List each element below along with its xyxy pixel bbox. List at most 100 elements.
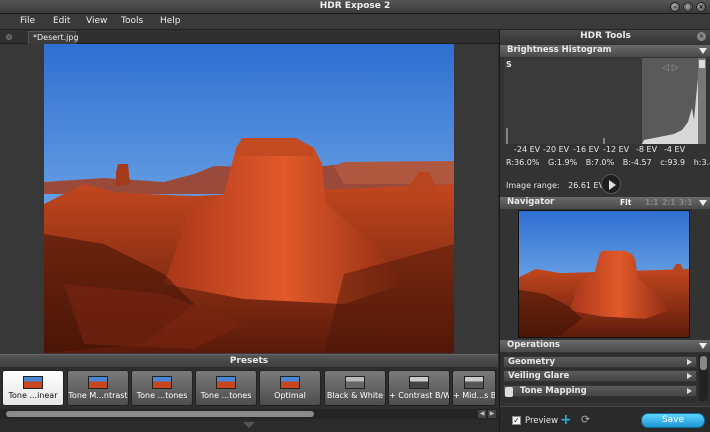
scrollbar-thumb[interactable]	[6, 411, 314, 417]
stat-h: h:3.4	[693, 158, 710, 167]
save-button[interactable]: Save	[641, 413, 705, 428]
preset-label: + Mid...s B/W	[453, 391, 495, 400]
refresh-icon[interactable]: ⟳	[581, 413, 590, 426]
preset-thumbnail	[464, 376, 484, 389]
preset-thumbnail	[280, 376, 300, 389]
close-button[interactable]: ×	[696, 2, 706, 12]
menu-help[interactable]: Help	[160, 16, 181, 26]
expand-arrow-icon	[687, 373, 692, 379]
ev-label: -4 EV	[664, 145, 686, 154]
image-canvas[interactable]	[0, 44, 498, 354]
stat-r: R:36.0%	[506, 158, 540, 167]
tab-desert-jpg[interactable]: *Desert.jpg	[28, 31, 79, 44]
preset-thumbnail	[345, 376, 365, 389]
bottom-strip	[0, 419, 498, 432]
presets-scrollbar[interactable]: ◀ ▶	[0, 409, 498, 419]
preset-label: + Contrast B/W	[389, 391, 449, 400]
desert-photo	[44, 44, 454, 353]
zoom-2-1[interactable]: 2:1	[662, 197, 675, 208]
pixel-stats: R:36.0% G:1.9% B:7.0% B:-4.57 c:93.9 h:3…	[506, 158, 710, 167]
zoom-1-1[interactable]: 1:1	[645, 197, 658, 208]
expand-arrow-icon	[687, 359, 692, 365]
menu-file[interactable]: File	[20, 16, 35, 26]
preset-label: Tone ...tones	[136, 391, 188, 400]
operation-label: Geometry	[508, 357, 555, 367]
preset-midtones-bw[interactable]: + Mid...s B/W	[452, 370, 496, 406]
brightness-histogram[interactable]: ◁ ▷ S	[504, 58, 706, 144]
preset-contrast-bw[interactable]: + Contrast B/W	[388, 370, 450, 406]
image-range-label: Image range:	[506, 181, 560, 190]
preset-optimal[interactable]: Optimal	[259, 370, 321, 406]
scroll-right-icon[interactable]: ▶	[488, 410, 496, 418]
ev-label: -24 EV	[514, 145, 541, 154]
histogram-title: Brightness Histogram	[507, 45, 612, 55]
preset-tone-linear[interactable]: Tone ...inear	[2, 370, 64, 406]
ev-label: -12 EV	[603, 145, 630, 154]
zoom-3-1[interactable]: 3:1	[679, 197, 692, 208]
add-icon[interactable]: +	[560, 412, 572, 428]
operation-label: Tone Mapping	[520, 386, 587, 396]
presets-header: Presets	[0, 354, 498, 367]
collapse-arrow-icon[interactable]	[699, 343, 707, 349]
preset-thumbnail	[23, 376, 43, 389]
collapse-arrow-icon[interactable]	[699, 200, 707, 206]
histogram-header[interactable]: Brightness Histogram	[500, 45, 710, 57]
histogram-s-label: S	[506, 60, 512, 69]
ev-scale: -24 EV -20 EV -16 EV -12 EV -8 EV -4 EV	[500, 145, 710, 156]
image-range-value: 26.61 EV	[568, 181, 605, 190]
hdr-tools-title: HDR Tools	[500, 30, 710, 44]
menu-tools[interactable]: Tools	[121, 16, 143, 26]
panel-close-icon[interactable]: ✕	[697, 32, 706, 41]
scroll-left-icon[interactable]: ◀	[478, 410, 486, 418]
preset-thumbnail	[216, 376, 236, 389]
preview-label: Preview	[525, 416, 559, 426]
preset-black-white[interactable]: Black & White	[324, 370, 386, 406]
collapse-down-icon[interactable]	[243, 422, 255, 428]
menu-view[interactable]: View	[86, 16, 107, 26]
play-icon[interactable]	[601, 174, 621, 194]
scrollbar-thumb[interactable]	[700, 356, 707, 370]
operation-tone-mapping[interactable]: Tone Mapping	[503, 385, 697, 397]
preview-checkbox[interactable]: ✓	[512, 416, 521, 425]
navigator-thumbnail[interactable]	[518, 210, 690, 338]
expand-arrow-icon	[687, 388, 692, 394]
menu-bar: File Edit View Tools Help	[0, 14, 710, 30]
preset-label: Tone M...ntrast	[68, 391, 128, 400]
tone-mapping-toggle[interactable]	[505, 387, 513, 397]
ev-label: -8 EV	[636, 145, 658, 154]
preset-tone-contrast[interactable]: Tone M...ntrast	[67, 370, 129, 406]
preset-tone-tones-2[interactable]: Tone ...tones	[195, 370, 257, 406]
operation-label: Veiling Glare	[508, 371, 570, 381]
maximize-button[interactable]: □	[683, 2, 693, 12]
minimize-button[interactable]: –	[670, 2, 680, 12]
stat-g: G:1.9%	[547, 158, 578, 167]
ev-label: -20 EV	[543, 145, 570, 154]
panel-footer: ✓ Preview + ⟳ Save	[500, 406, 710, 432]
navigator-header[interactable]: Navigator Fit 1:1 2:1 3:1	[500, 197, 710, 209]
preset-label: Optimal	[274, 391, 306, 400]
preset-thumbnail	[409, 376, 429, 389]
operations-header[interactable]: Operations	[500, 340, 710, 352]
operations-scrollbar[interactable]	[699, 355, 708, 401]
operation-geometry[interactable]: Geometry	[503, 356, 697, 368]
collapse-arrow-icon[interactable]	[699, 48, 707, 54]
preset-tone-tones-1[interactable]: Tone ...tones	[131, 370, 193, 406]
operation-veiling-glare[interactable]: Veiling Glare	[503, 370, 697, 382]
svg-text:◁ ▷: ◁ ▷	[662, 63, 679, 73]
preset-label: Black & White	[326, 391, 384, 400]
window-title: HDR Expose 2	[319, 1, 391, 11]
stat-b-ev: B:-4.57	[622, 158, 652, 167]
tab-menu-icon[interactable]	[6, 34, 12, 40]
image-range: Image range: 26.61 EV	[506, 181, 604, 190]
title-bar: HDR Expose 2 – □ ×	[0, 0, 710, 14]
menu-edit[interactable]: Edit	[53, 16, 70, 26]
zoom-fit[interactable]: Fit	[620, 197, 631, 208]
hdr-tools-panel: HDR Tools ✕ Brightness Histogram ◁ ▷ S -…	[499, 30, 710, 432]
document-tab-bar: *Desert.jpg	[0, 30, 500, 44]
preset-thumbnail	[88, 376, 108, 389]
preset-label: Tone ...inear	[8, 391, 58, 400]
preset-label: Tone ...tones	[200, 391, 252, 400]
stat-c: c:93.9	[660, 158, 686, 167]
operations-title: Operations	[507, 340, 560, 350]
presets-strip: Tone ...inear Tone M...ntrast Tone ...to…	[0, 367, 498, 409]
